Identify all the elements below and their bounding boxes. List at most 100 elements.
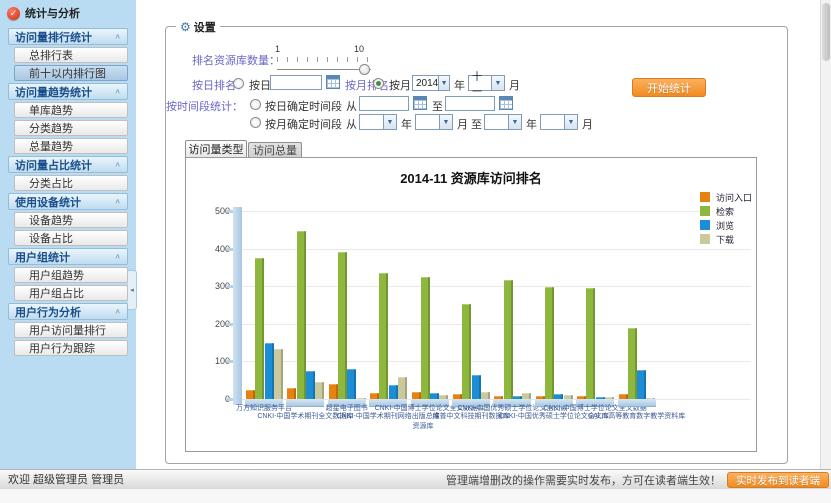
year-unit-label: 年 — [401, 116, 412, 132]
gear-icon: ⚙ — [180, 20, 191, 34]
scrollbar-thumb[interactable] — [822, 3, 830, 61]
sidebar-item[interactable]: 用户访问量排行 — [14, 322, 128, 338]
bar-检索 — [421, 277, 430, 399]
sidebar-item[interactable]: 设备占比 — [14, 230, 128, 246]
year-select[interactable]: 2014 ▼ — [412, 75, 450, 91]
period-to-year-select[interactable]: ▼ — [484, 114, 522, 130]
y-tick-label: 100 — [194, 356, 230, 366]
slider-handle[interactable] — [359, 64, 370, 75]
chevron-up-icon: ∧ — [114, 160, 121, 169]
settings-title: 设置 — [194, 19, 216, 35]
period-to-date-input[interactable] — [445, 96, 495, 111]
page-title: 统计与分析 — [25, 5, 80, 21]
sidebar-item[interactable]: 用户行为跟踪 — [14, 340, 128, 356]
chevron-down-icon[interactable]: ▼ — [438, 76, 449, 90]
gridline — [242, 324, 751, 325]
bar-下载 — [439, 395, 448, 399]
bar-下载 — [315, 382, 324, 399]
bar-浏览 — [265, 343, 274, 399]
period-daily-radio[interactable] — [250, 99, 261, 110]
sidebar-group-4[interactable]: 用户组统计∧ — [8, 248, 128, 265]
month-select[interactable]: 十一 ▼ — [468, 75, 505, 91]
bar-浏览 — [430, 393, 439, 399]
bar-检索 — [462, 304, 471, 399]
sidebar-item[interactable]: 分类趋势 — [14, 120, 128, 136]
y-tick-label: 500 — [194, 206, 230, 216]
gridline — [242, 211, 751, 212]
calendar-icon[interactable] — [413, 96, 427, 110]
sidebar-item[interactable]: 总量趋势 — [14, 138, 128, 154]
sidebar-group-label: 访问量排行统计 — [15, 29, 92, 45]
legend-item: 访问入口 — [700, 190, 752, 204]
chevron-down-icon[interactable]: ▼ — [508, 115, 521, 129]
monthly-radio[interactable] — [373, 78, 384, 89]
legend-swatch — [700, 206, 710, 216]
sidebar-item[interactable]: 前十以内排行图 — [14, 65, 128, 81]
calendar-icon[interactable] — [499, 96, 513, 110]
sidebar-menu: 访问量排行统计∧总排行表前十以内排行图访问量趋势统计∧单库趋势分类趋势总量趋势访… — [8, 28, 128, 356]
bar-检索 — [255, 258, 264, 399]
start-statistics-button[interactable]: 开始统计 — [632, 78, 706, 97]
period-monthly-label: 按月确定时间段 — [265, 116, 342, 132]
bar-访问入口 — [453, 394, 462, 399]
daily-radio-label: 按日 — [249, 77, 271, 93]
legend-label: 访问入口 — [716, 191, 752, 204]
slider-ticks — [277, 57, 369, 62]
chevron-down-icon[interactable]: ▼ — [491, 76, 504, 90]
tab-visit-total[interactable]: 访问总量 — [248, 142, 302, 157]
sidebar-group-0[interactable]: 访问量排行统计∧ — [8, 28, 128, 45]
sidebar-group-2[interactable]: 访问量占比统计∧ — [8, 156, 128, 173]
bar-下载 — [398, 377, 407, 399]
calendar-icon[interactable] — [326, 75, 340, 89]
sidebar-item[interactable]: 分类占比 — [14, 175, 128, 191]
bar-浏览 — [306, 371, 315, 399]
sidebar-group-1[interactable]: 访问量趋势统计 ∧ — [8, 83, 128, 100]
bar-浏览 — [389, 385, 398, 399]
chevron-down-icon[interactable]: ▼ — [564, 115, 577, 129]
legend-label: 检索 — [716, 205, 734, 218]
sidebar-group-label: 访问量趋势统计 — [15, 84, 92, 100]
slider-track[interactable] — [277, 69, 371, 70]
sidebar-item[interactable]: 单库趋势 — [14, 102, 128, 118]
slider-min-label: 1 — [275, 44, 280, 54]
period-monthly-radio[interactable] — [250, 117, 261, 128]
month-unit-label: 月 — [509, 77, 520, 93]
month-unit-label: 月 — [582, 116, 593, 132]
vertical-scrollbar[interactable] — [820, 0, 831, 469]
chevron-up-icon: ∧ — [114, 87, 121, 96]
period-to-month-select[interactable]: ▼ — [540, 114, 578, 130]
period-from-month-select[interactable]: ▼ — [415, 114, 453, 130]
settings-legend: ⚙ 设置 — [176, 19, 220, 35]
sidebar-collapse-handle[interactable]: ◂ — [128, 270, 137, 310]
bar-访问入口 — [619, 394, 628, 399]
publish-button[interactable]: 实时发布到读者端 — [727, 472, 829, 488]
daily-radio[interactable] — [233, 78, 244, 89]
bar-访问入口 — [287, 388, 296, 399]
daily-date-input[interactable] — [270, 75, 322, 90]
sidebar-group-5[interactable]: 用户行为分析∧ — [8, 303, 128, 320]
chevron-down-icon[interactable]: ▼ — [383, 115, 396, 129]
bar-访问入口 — [412, 392, 421, 399]
to-label: 至 — [432, 98, 443, 114]
sidebar-item[interactable]: 用户组趋势 — [14, 267, 128, 283]
sidebar-item[interactable]: 用户组占比 — [14, 285, 128, 301]
year-select-value: 2014 — [413, 78, 438, 89]
bar-访问入口 — [370, 393, 379, 399]
bar-下载 — [481, 392, 490, 399]
sidebar-group-3[interactable]: 使用设备统计∧ — [8, 193, 128, 210]
bar-访问入口 — [329, 384, 338, 399]
legend-item: 下载 — [700, 232, 752, 246]
period-from-year-select[interactable]: ▼ — [359, 114, 397, 130]
status-bar-right: 管理端增删改的操作需要实时发布，方可在读者端生效！ 实时发布到读者端 — [446, 470, 829, 490]
app-window: ✓ 统计与分析 访问量排行统计∧总排行表前十以内排行图访问量趋势统计∧单库趋势分… — [0, 0, 831, 503]
sidebar-item[interactable]: 设备趋势 — [14, 212, 128, 228]
bar-检索 — [338, 252, 347, 399]
legend-label: 浏览 — [716, 219, 734, 232]
bar-检索 — [628, 328, 637, 399]
sidebar-item[interactable]: 总排行表 — [14, 47, 128, 63]
period-from-date-input[interactable] — [359, 96, 409, 111]
month-unit-label: 月 — [457, 116, 468, 132]
tab-visit-type[interactable]: 访问量类型 — [185, 140, 247, 157]
bar-浏览 — [554, 394, 563, 399]
chevron-down-icon[interactable]: ▼ — [439, 115, 452, 129]
